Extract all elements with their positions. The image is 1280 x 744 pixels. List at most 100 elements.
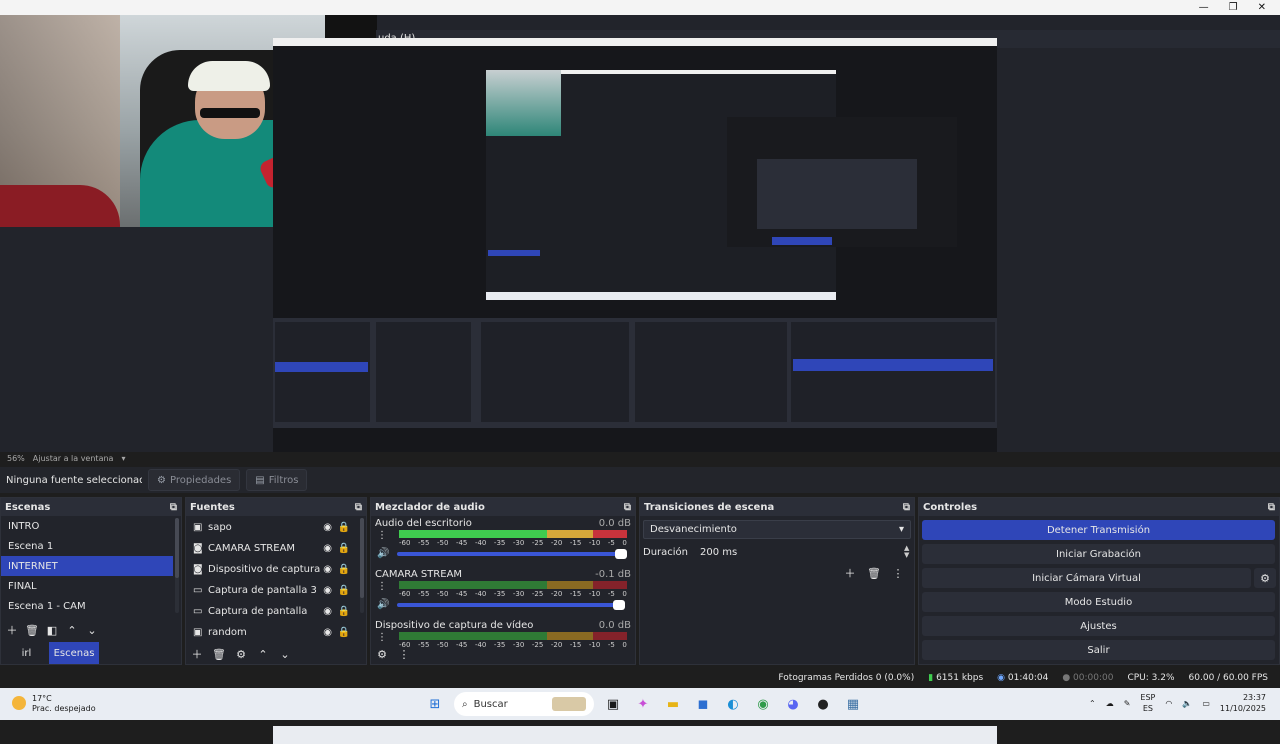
scene-item[interactable]: INTERNET [1, 556, 173, 576]
eye-icon[interactable]: ◉ [323, 627, 332, 638]
fit-to-window[interactable]: Ajustar a la ventana [33, 454, 114, 463]
add-icon[interactable]: ＋ [189, 646, 205, 662]
undock-icon[interactable]: ⧉ [1268, 502, 1275, 513]
speaker-icon[interactable]: 🔊 [377, 599, 389, 610]
duration-input[interactable]: 200 ms [696, 544, 904, 560]
scene-item[interactable]: Escena 1 [1, 536, 173, 556]
eye-icon[interactable]: ◉ [323, 543, 332, 554]
settings-icon[interactable]: ⚙ [374, 646, 390, 662]
source-name: random [208, 627, 247, 638]
filter-icon[interactable]: ◧ [44, 622, 60, 638]
start-recording-button[interactable]: Iniciar Grabación [922, 544, 1275, 564]
record-icon: ● [1062, 673, 1071, 683]
source-list: ▣ sapo ◉ 🔒 ◙ CAMARA STREAM ◉ 🔒 ◙ Dispositivo de c… [186, 517, 368, 643]
more-icon[interactable]: ⋮ [377, 530, 387, 541]
eye-icon[interactable]: ◉ [323, 585, 332, 596]
scene-item[interactable]: FINAL [1, 576, 173, 596]
volume-slider[interactable] [397, 600, 625, 610]
source-item[interactable]: ▣ random ◉ 🔒 [186, 622, 358, 643]
task-view-icon[interactable]: ▣ [602, 693, 624, 715]
file-explorer-icon[interactable]: ▬ [662, 693, 684, 715]
close-icon[interactable]: ✕ [1258, 2, 1266, 13]
lock-icon[interactable]: 🔒 [338, 627, 350, 638]
transition-select[interactable]: Desvanecimiento ▾ [643, 520, 911, 539]
volume-icon[interactable]: 🔈 [1182, 699, 1192, 708]
pen-icon[interactable]: ✎ [1124, 699, 1131, 708]
undock-icon[interactable]: ⧉ [355, 502, 362, 513]
trash-icon[interactable]: 🗑 [24, 622, 40, 638]
volume-slider[interactable] [397, 549, 627, 559]
lock-icon[interactable]: 🔒 [338, 543, 350, 554]
windows-start-icon[interactable]: ⊞ [424, 693, 446, 715]
add-icon[interactable]: ＋ [842, 565, 858, 581]
source-item[interactable]: ◙ CAMARA STREAM ◉ 🔒 [186, 538, 358, 559]
lock-icon[interactable]: 🔒 [338, 522, 350, 533]
chevron-up-icon[interactable]: ⌃ [255, 646, 271, 662]
trash-icon[interactable]: 🗑 [211, 646, 227, 662]
undock-icon[interactable]: ⧉ [903, 502, 910, 513]
chevron-down-icon[interactable]: ⌄ [84, 622, 100, 638]
source-item[interactable]: ▭ Captura de pantalla 3 ◉ 🔒 [186, 580, 358, 601]
more-icon[interactable]: ⋮ [396, 646, 412, 662]
edge-icon[interactable]: ◐ [722, 693, 744, 715]
speaker-icon[interactable]: 🔊 [377, 548, 389, 559]
source-item[interactable]: ▭ Captura de pantalla ◉ 🔒 [186, 601, 358, 622]
chevron-down-icon[interactable]: ⌄ [277, 646, 293, 662]
stop-stream-button[interactable]: Detener Transmisión [922, 520, 1275, 540]
start-virtual-camera-button[interactable]: Iniciar Cámara Virtual [922, 568, 1251, 588]
more-icon[interactable]: ⋮ [377, 581, 387, 592]
cloud-icon[interactable]: ☁ [1106, 699, 1114, 708]
filters-button[interactable]: ▤ Filtros [246, 469, 308, 491]
minimize-icon[interactable]: — [1199, 2, 1209, 13]
lock-icon[interactable]: 🔒 [338, 564, 350, 575]
battery-icon[interactable]: ▭ [1202, 699, 1210, 708]
record-time: 00:00:00 [1073, 673, 1114, 683]
lock-icon[interactable]: 🔒 [338, 606, 350, 617]
source-item[interactable]: ▣ sapo ◉ 🔒 [186, 517, 358, 538]
source-toolbar: Ninguna fuente seleccionada ⚙ Propiedade… [0, 467, 1280, 493]
scene-item[interactable]: INTRO [1, 516, 173, 536]
eye-icon[interactable]: ◉ [323, 522, 332, 533]
chevron-up-icon[interactable]: ⌃ [1089, 699, 1096, 708]
add-icon[interactable]: ＋ [4, 622, 20, 638]
clock[interactable]: 23:37 11/10/2025 [1220, 692, 1266, 714]
more-icon[interactable]: ⋮ [890, 565, 906, 581]
chrome-icon[interactable]: ◉ [752, 693, 774, 715]
exit-button[interactable]: Salir [922, 640, 1275, 660]
settings-button[interactable]: Ajustes [922, 616, 1275, 636]
store-icon[interactable]: ◼ [692, 693, 714, 715]
discord-icon[interactable]: ◕ [782, 693, 804, 715]
audio-meter [399, 632, 627, 640]
scene-item[interactable]: Escena 1 - CAM [1, 596, 173, 616]
chevron-up-icon[interactable]: ⌃ [64, 622, 80, 638]
preview-canvas[interactable]: uda (H) [0, 15, 1280, 744]
wifi-icon[interactable]: ◠ [1165, 699, 1172, 708]
scenes-scrollbar[interactable] [175, 518, 179, 613]
obs-icon[interactable]: ● [812, 693, 834, 715]
language-code: ESP [1140, 693, 1156, 702]
eye-icon[interactable]: ◉ [323, 606, 332, 617]
trash-icon[interactable]: 🗑 [866, 565, 882, 581]
undock-icon[interactable]: ⧉ [170, 502, 177, 513]
tab-escenas[interactable]: Escenas [49, 642, 99, 664]
chevron-down-icon[interactable]: ▾ [121, 454, 125, 463]
language-indicator[interactable]: ESP ES [1140, 692, 1155, 714]
lock-icon[interactable]: 🔒 [338, 585, 350, 596]
taskbar-search[interactable]: ⌕ Buscar [454, 692, 594, 716]
duration-stepper[interactable]: ▲ ▼ [904, 545, 909, 559]
sources-scrollbar[interactable] [360, 518, 364, 613]
tab-irl[interactable]: irl [4, 642, 49, 664]
properties-button[interactable]: ⚙ Propiedades [148, 469, 241, 491]
maximize-icon[interactable]: ❐ [1229, 2, 1238, 13]
source-name: Captura de pantalla 3 [208, 585, 317, 596]
undock-icon[interactable]: ⧉ [624, 502, 631, 513]
copilot-icon[interactable]: ✦ [632, 693, 654, 715]
source-item[interactable]: ◙ Dispositivo de captura de vid◉ 🔒 [186, 559, 358, 580]
gear-icon[interactable]: ⚙ [233, 646, 249, 662]
weather-widget[interactable]: 17°C Prac. despejado [12, 694, 96, 714]
eye-icon[interactable]: ◉ [323, 564, 332, 575]
virtual-camera-settings-button[interactable]: ⚙ [1254, 568, 1276, 588]
studio-mode-button[interactable]: Modo Estudio [922, 592, 1275, 612]
more-icon[interactable]: ⋮ [377, 632, 387, 643]
calculator-icon[interactable]: ▦ [842, 693, 864, 715]
